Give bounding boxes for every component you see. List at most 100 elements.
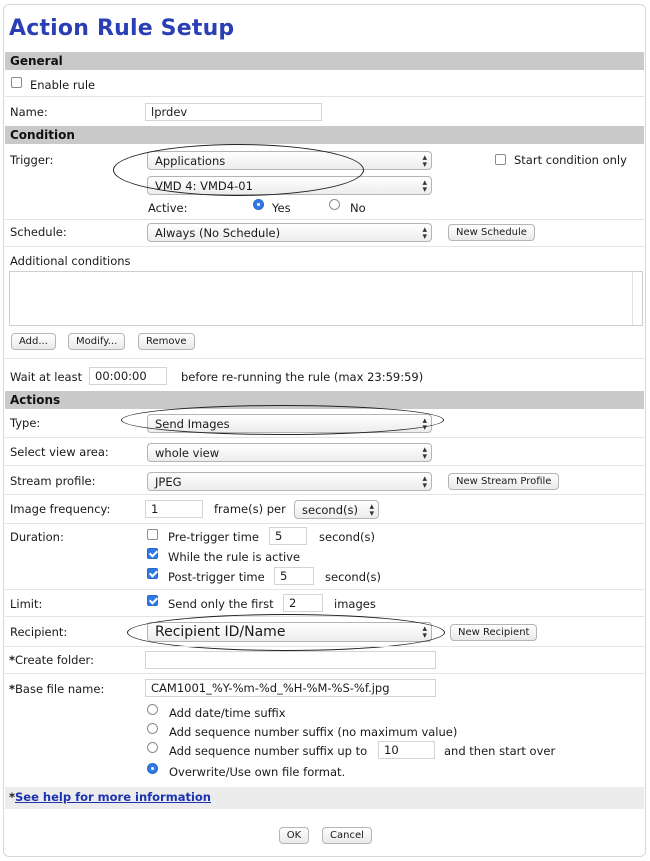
image-frequency-input[interactable]: 1: [145, 500, 203, 518]
select-arrows-icon: ▴ ▾: [422, 474, 427, 491]
select-arrows-icon: ▴ ▾: [422, 153, 427, 170]
divider: [5, 358, 644, 359]
recipient-select[interactable]: Recipient ID/Name ▴ ▾: [147, 622, 432, 642]
trigger-sub-select-value: VMD 4: VMD4-01: [155, 179, 253, 193]
suffix-radio-overwrite[interactable]: [147, 763, 158, 774]
pre-trigger-unit: second(s): [319, 530, 375, 544]
schedule-select[interactable]: Always (No Schedule) ▴ ▾: [147, 223, 432, 242]
create-folder-label-text: Create folder:: [15, 653, 94, 667]
active-no-radio[interactable]: [329, 199, 340, 210]
modify-condition-button[interactable]: Modify...: [68, 333, 126, 350]
active-label: Active:: [148, 201, 188, 215]
view-area-label: Select view area:: [10, 445, 109, 459]
active-yes-label: Yes: [272, 201, 291, 215]
suffix-radio-sequence-upto[interactable]: [147, 742, 158, 753]
stream-profile-select[interactable]: JPEG ▴ ▾: [147, 472, 432, 491]
post-trigger-label: Post-trigger time: [168, 570, 265, 584]
new-recipient-button[interactable]: New Recipient: [450, 624, 538, 641]
select-arrows-icon: ▴ ▾: [422, 624, 427, 641]
base-file-name-label: *Base file name:: [9, 682, 104, 696]
base-file-name-input[interactable]: CAM1001_%Y-%m-%d_%H-%M-%S-%f.jpg: [145, 679, 436, 697]
while-active-label: While the rule is active: [168, 550, 301, 564]
suffix-option-label: Add sequence number suffix up to: [169, 744, 368, 758]
divider: [5, 589, 644, 590]
stream-profile-select-value: JPEG: [155, 475, 182, 489]
post-trigger-checkbox[interactable]: [147, 568, 158, 579]
suffix-radio-sequence[interactable]: [147, 723, 158, 734]
enable-rule-label: Enable rule: [30, 78, 96, 92]
suffix-option-label: Add sequence number suffix (no maximum v…: [169, 725, 458, 739]
divider: [5, 465, 644, 466]
start-condition-only-label: Start condition only: [514, 153, 627, 167]
active-no-label: No: [350, 201, 366, 215]
divider: [5, 616, 644, 617]
recipient-select-value: Recipient ID/Name: [155, 624, 286, 640]
remove-condition-button[interactable]: Remove: [138, 333, 195, 350]
send-only-first-label: Send only the first: [168, 597, 274, 611]
suffix-upto-input[interactable]: 10: [378, 741, 435, 759]
enable-rule-checkbox[interactable]: [11, 77, 22, 88]
divider: [5, 523, 644, 524]
divider: [5, 673, 644, 674]
base-file-name-label-text: Base file name:: [15, 682, 105, 696]
divider: [5, 96, 644, 97]
name-label: Name:: [10, 105, 48, 119]
help-link[interactable]: See help for more information: [15, 790, 211, 804]
frequency-unit-select[interactable]: second(s) ▴ ▾: [294, 500, 379, 519]
image-frequency-label: Image frequency:: [10, 502, 111, 516]
divider: [5, 494, 644, 495]
cancel-button[interactable]: Cancel: [322, 827, 372, 844]
create-folder-input[interactable]: [145, 651, 436, 669]
schedule-label: Schedule:: [10, 225, 67, 239]
divider: [5, 646, 644, 647]
action-type-select[interactable]: Send Images ▴ ▾: [147, 414, 432, 433]
suffix-option-label: Add date/time suffix: [169, 706, 286, 720]
trigger-select[interactable]: Applications ▴ ▾: [147, 151, 432, 170]
suffix-upto-tail: and then start over: [444, 744, 556, 758]
additional-conditions-label: Additional conditions: [10, 254, 131, 268]
suffix-option-label: Overwrite/Use own file format.: [169, 765, 346, 779]
suffix-radio-datetime[interactable]: [147, 704, 158, 715]
images-label: images: [334, 597, 376, 611]
active-yes-radio[interactable]: [253, 199, 264, 210]
pre-trigger-label: Pre-trigger time: [168, 530, 259, 544]
action-type-select-value: Send Images: [155, 417, 230, 431]
view-area-select[interactable]: whole view ▴ ▾: [147, 443, 432, 462]
ok-button[interactable]: OK: [279, 827, 309, 844]
select-arrows-icon: ▴ ▾: [422, 445, 427, 462]
wait-time-input[interactable]: 00:00:00: [89, 367, 167, 385]
start-condition-only-checkbox[interactable]: [495, 154, 506, 165]
additional-conditions-list[interactable]: [9, 271, 643, 326]
send-only-first-checkbox[interactable]: [147, 595, 158, 606]
page-title: Action Rule Setup: [9, 16, 235, 41]
trigger-sub-select[interactable]: VMD 4: VMD4-01 ▴ ▾: [147, 176, 432, 195]
new-stream-profile-button[interactable]: New Stream Profile: [448, 473, 560, 490]
trigger-select-value: Applications: [155, 154, 226, 168]
post-trigger-input[interactable]: 5: [274, 567, 314, 585]
pre-trigger-input[interactable]: 5: [269, 527, 307, 545]
schedule-select-value: Always (No Schedule): [155, 226, 281, 240]
select-arrows-icon: ▴ ▾: [422, 178, 427, 195]
send-only-first-input[interactable]: 2: [283, 594, 323, 612]
section-actions-header: Actions: [5, 391, 644, 409]
divider: [5, 246, 644, 247]
create-folder-label: *Create folder:: [9, 653, 94, 667]
post-trigger-unit: second(s): [325, 570, 381, 584]
section-general-header: General: [5, 52, 644, 70]
wait-label: Wait at least: [10, 370, 83, 384]
wait-suffix-text: before re-running the rule (max 23:59:59…: [181, 370, 424, 384]
trigger-label: Trigger:: [10, 153, 54, 167]
recipient-label: Recipient:: [10, 625, 68, 639]
new-schedule-button[interactable]: New Schedule: [448, 224, 535, 241]
list-scrollbar[interactable]: [632, 272, 642, 325]
add-condition-button[interactable]: Add...: [11, 333, 56, 350]
pre-trigger-checkbox[interactable]: [147, 529, 158, 540]
select-arrows-icon: ▴ ▾: [422, 225, 427, 242]
divider: [5, 437, 644, 438]
name-input[interactable]: lprdev: [145, 103, 322, 121]
duration-label: Duration:: [10, 530, 64, 544]
while-active-checkbox[interactable]: [147, 548, 158, 559]
help-row: *See help for more information: [9, 790, 211, 804]
frequency-unit-value: second(s): [302, 503, 358, 517]
select-arrows-icon: ▴ ▾: [369, 502, 374, 519]
